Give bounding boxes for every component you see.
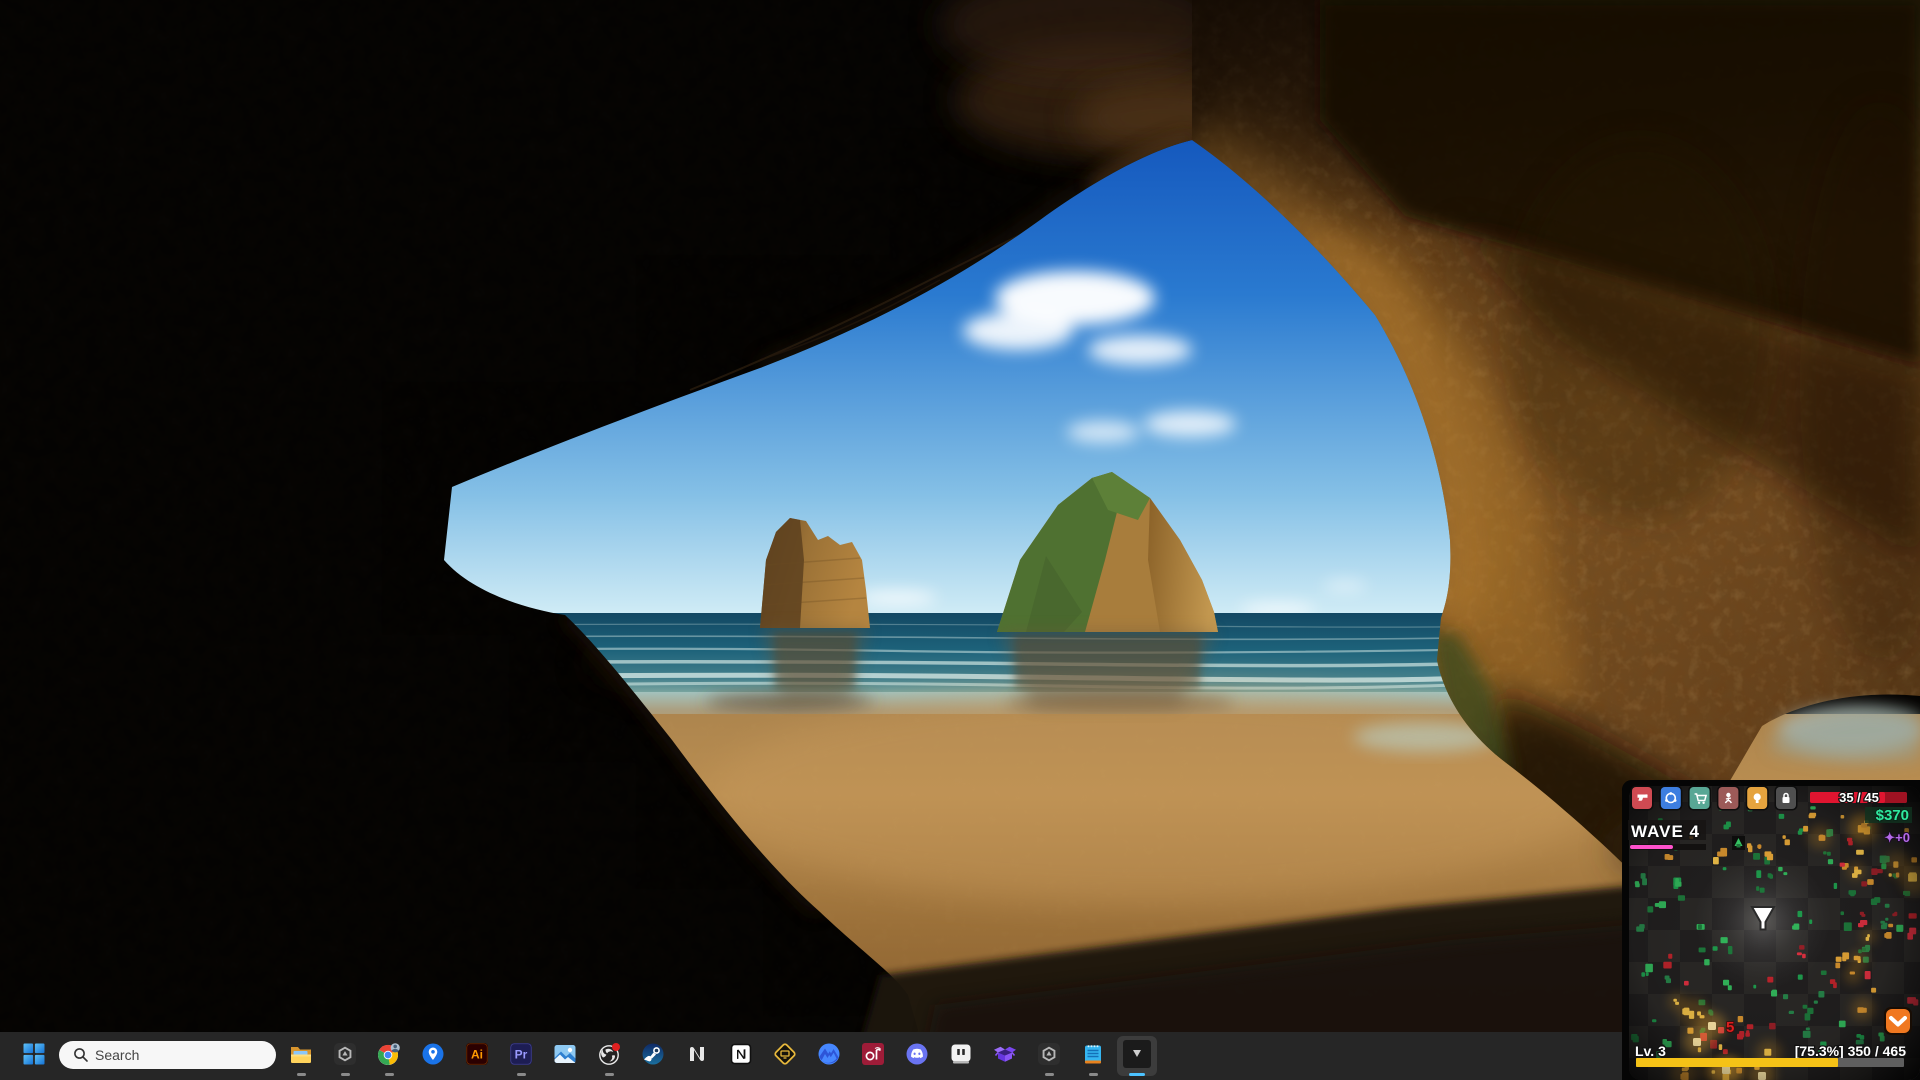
- svg-text:35 / 45: 35 / 45: [1839, 790, 1879, 805]
- svg-text:[75.3%] 350 / 465: [75.3%] 350 / 465: [1795, 1043, 1907, 1059]
- svg-text:✦+0: ✦+0: [1884, 830, 1910, 845]
- svg-text:5: 5: [1726, 1019, 1734, 1036]
- svg-text:$370: $370: [1876, 807, 1909, 824]
- svg-text:Ai: Ai: [471, 1048, 483, 1062]
- svg-text:Lv. 3: Lv. 3: [1635, 1043, 1666, 1059]
- svg-text:WAVE 4: WAVE 4: [1631, 822, 1700, 841]
- svg-text:Pr: Pr: [515, 1048, 528, 1062]
